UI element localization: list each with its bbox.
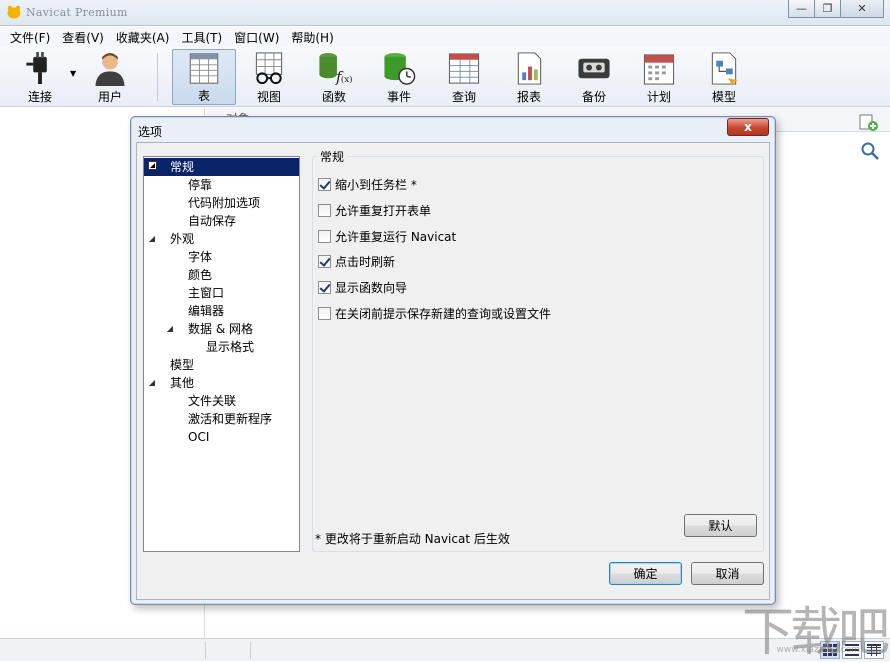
tree-item-color[interactable]: 颜色 <box>188 266 212 284</box>
plug-icon <box>26 51 47 85</box>
status-divider <box>250 642 251 659</box>
tree-collapse-icon[interactable] <box>147 158 157 176</box>
checkbox[interactable] <box>318 229 331 243</box>
report-icon <box>517 52 542 85</box>
option-refresh-on-click[interactable]: 点击时刷新 <box>318 253 395 269</box>
close-icon[interactable]: ✕ <box>840 0 884 18</box>
calendar-icon <box>643 54 675 85</box>
watermark-url: www.xiazaiba.com <box>776 645 860 655</box>
function-icon: f (x) <box>319 52 352 86</box>
new-object-icon[interactable] <box>858 112 880 134</box>
toolbar-model-button[interactable]: 模型 <box>692 49 756 105</box>
toolbar-separator <box>157 53 158 101</box>
options-dialog: 选项 x 常规 停靠 代码附加选项 自动保存 ◢ 外观 字体 颜色 主窗口 编辑… <box>130 116 776 605</box>
menu-bar: 文件(F) 查看(V) 收藏夹(A) 工具(T) 窗口(W) 帮助(H) <box>0 27 890 47</box>
search-icon[interactable] <box>860 141 880 161</box>
default-button[interactable]: 默认 <box>684 514 757 537</box>
tree-item-oci[interactable]: OCI <box>188 428 209 446</box>
view-glasses-icon <box>255 52 283 85</box>
toolbar-function-button[interactable]: f (x) 函数 <box>302 49 366 105</box>
dialog-titlebar[interactable]: 选项 x <box>131 117 775 143</box>
backup-tape-icon <box>578 58 610 79</box>
table-icon <box>189 53 219 84</box>
toolbar-query-button[interactable]: 查询 <box>432 49 496 105</box>
options-category-tree[interactable]: 常规 停靠 代码附加选项 自动保存 ◢ 外观 字体 颜色 主窗口 编辑器 ◢ 数… <box>143 156 300 552</box>
tree-item-display-format[interactable]: 显示格式 <box>206 338 254 356</box>
main-toolbar: 连接 ▼ 用户 表 视图 f (x) 函数 事件 查询 报表 备份 计划 模型 <box>0 47 890 107</box>
tree-item-activation-update[interactable]: 激活和更新程序 <box>188 410 272 428</box>
cancel-button[interactable]: 取消 <box>691 562 764 585</box>
tree-item-autosave[interactable]: 自动保存 <box>188 212 236 230</box>
option-allow-multiple-instances[interactable]: 允许重复运行 Navicat <box>318 228 456 244</box>
checkbox[interactable] <box>318 177 331 191</box>
query-icon <box>448 53 480 84</box>
model-icon <box>711 52 738 85</box>
ok-button[interactable]: 确定 <box>609 562 682 585</box>
menu-tools[interactable]: 工具(T) <box>175 29 228 46</box>
tree-item-file-association[interactable]: 文件关联 <box>188 392 236 410</box>
checkbox[interactable] <box>318 280 331 294</box>
user-icon <box>95 52 125 86</box>
tree-item-general[interactable]: 常规 <box>144 158 299 176</box>
tree-item-model[interactable]: 模型 <box>170 356 194 374</box>
toolbar-user-button[interactable]: 用户 <box>78 49 142 105</box>
tree-expand-icon[interactable]: ◢ <box>147 374 157 392</box>
connection-dropdown-icon[interactable]: ▼ <box>70 69 76 78</box>
tree-item-data-grid[interactable]: ◢ 数据 & 网格 <box>144 320 299 338</box>
option-minimize-to-tray[interactable]: 缩小到任务栏 * <box>318 176 417 192</box>
restart-note: * 更改将于重新启动 Navicat 后生效 <box>315 532 510 546</box>
toolbar-connection-button[interactable]: 连接 <box>8 49 72 105</box>
option-show-function-wizard[interactable]: 显示函数向导 <box>318 279 407 295</box>
toolbar-event-button[interactable]: 事件 <box>367 49 431 105</box>
group-title: 常规 <box>317 148 348 165</box>
dialog-title: 选项 <box>138 125 163 139</box>
toolbar-schedule-button[interactable]: 计划 <box>627 49 691 105</box>
tree-expand-icon[interactable]: ◢ <box>147 230 157 248</box>
dialog-close-icon[interactable]: x <box>727 118 769 136</box>
menu-file[interactable]: 文件(F) <box>4 29 56 46</box>
tree-item-other[interactable]: ◢ 其他 <box>144 374 299 392</box>
menu-favorites[interactable]: 收藏夹(A) <box>110 29 176 46</box>
app-title: Navicat Premium <box>26 6 128 19</box>
toolbar-backup-button[interactable]: 备份 <box>562 49 626 105</box>
checkbox[interactable] <box>318 306 331 320</box>
tree-item-appearance[interactable]: ◢ 外观 <box>144 230 299 248</box>
option-allow-duplicate-forms[interactable]: 允许重复打开表单 <box>318 202 431 218</box>
event-clock-icon <box>384 52 416 85</box>
tree-item-font[interactable]: 字体 <box>188 248 212 266</box>
navicat-logo-icon <box>7 5 21 19</box>
app-titlebar: Navicat Premium — ❐ ✕ <box>0 0 890 26</box>
tree-expand-icon[interactable]: ◢ <box>165 320 175 338</box>
menu-window[interactable]: 窗口(W) <box>228 29 285 46</box>
checkbox[interactable] <box>318 254 331 268</box>
menu-view[interactable]: 查看(V) <box>56 29 110 46</box>
tree-item-code-options[interactable]: 代码附加选项 <box>188 194 260 212</box>
toolbar-report-button[interactable]: 报表 <box>497 49 561 105</box>
menu-help[interactable]: 帮助(H) <box>285 29 339 46</box>
restore-icon[interactable]: ❐ <box>814 0 841 18</box>
toolbar-table-button[interactable]: 表 <box>172 49 236 105</box>
option-prompt-save-before-close[interactable]: 在关闭前提示保存新建的查询或设置文件 <box>318 305 551 321</box>
tree-item-docking[interactable]: 停靠 <box>188 176 212 194</box>
toolbar-view-button[interactable]: 视图 <box>237 49 301 105</box>
minimize-icon[interactable]: — <box>788 0 815 18</box>
checkbox[interactable] <box>318 203 331 217</box>
svg-text:(x): (x) <box>341 74 352 85</box>
dialog-body: 常规 停靠 代码附加选项 自动保存 ◢ 外观 字体 颜色 主窗口 编辑器 ◢ 数… <box>136 142 770 600</box>
tree-item-main-window[interactable]: 主窗口 <box>188 284 224 302</box>
tree-item-editor[interactable]: 编辑器 <box>188 302 224 320</box>
status-divider <box>205 642 206 659</box>
